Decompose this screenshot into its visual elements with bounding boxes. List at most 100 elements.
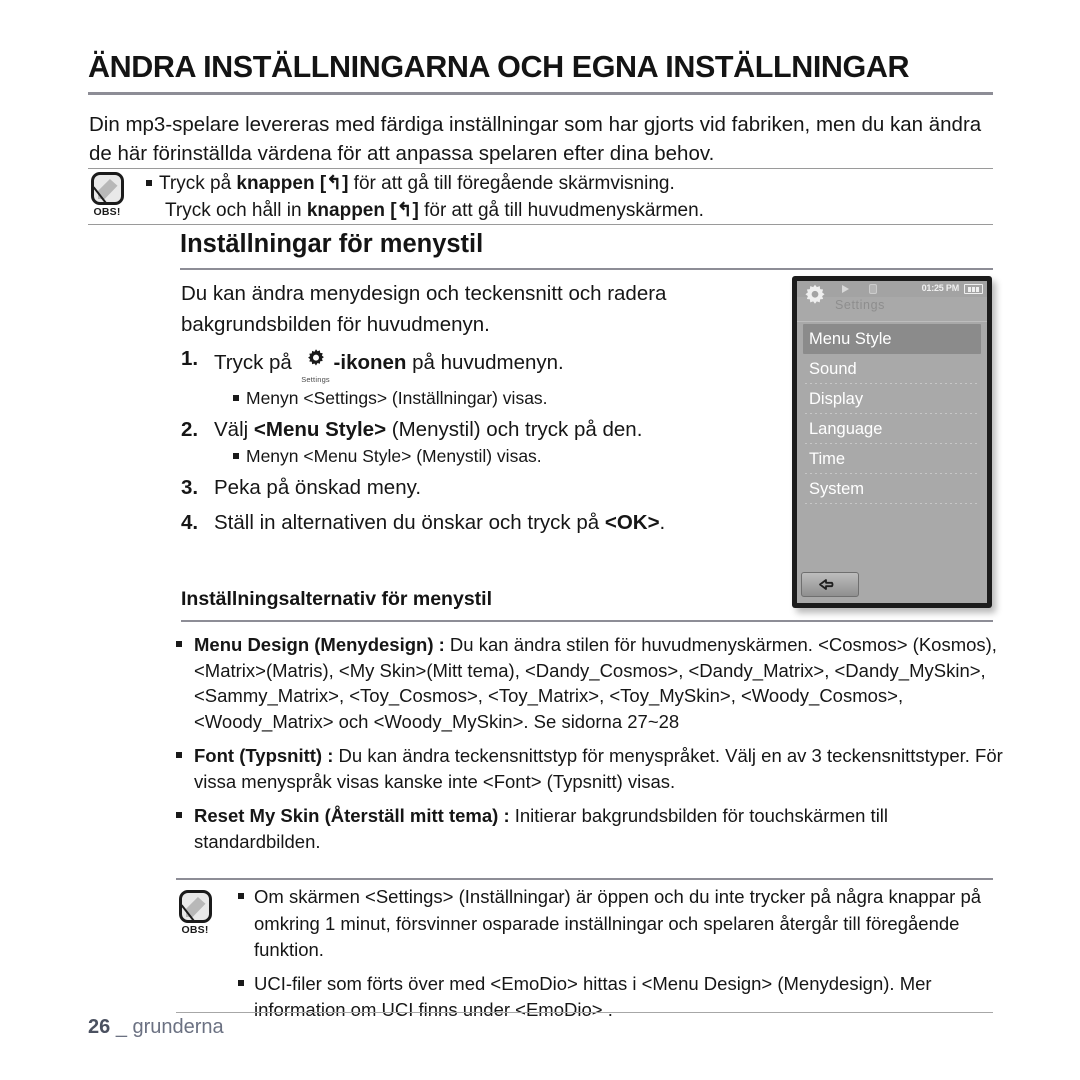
step-1-bold: -ikonen — [333, 351, 407, 374]
bullet-icon — [233, 395, 239, 401]
play-icon — [842, 285, 849, 293]
device-title-divider — [797, 321, 987, 322]
bullet-icon — [176, 752, 182, 758]
settings-gear-icon-screen — [802, 283, 828, 309]
note-top-line-1: Tryck på knappen [↰] för att gå till för… — [146, 170, 993, 197]
step-4-bold: <OK> — [604, 511, 660, 534]
obs-note-icon-bottom: OBS! — [176, 890, 214, 936]
note-bottom-item-1: Om skärmen <Settings> (Inställningar) är… — [238, 884, 996, 964]
bullet-icon — [176, 641, 182, 647]
menu-item-sound[interactable]: Sound — [797, 354, 987, 384]
menu-item-display[interactable]: Display — [797, 384, 987, 414]
pen-badge-icon — [90, 172, 124, 205]
step-3: 3. Peka på önskad meny. — [181, 476, 781, 500]
menu-item-label: Time — [809, 449, 846, 468]
note-top-line1-pre: Tryck på — [159, 173, 237, 194]
device-screen: 01:25 PM Settings Menu Style Sound Displ… — [797, 281, 987, 603]
row-divider — [805, 503, 979, 504]
gear-icon-caption: Settings — [301, 375, 330, 384]
pen-badge-icon — [178, 890, 212, 923]
bullet-icon — [238, 893, 244, 899]
back-arrow-icon-2: ↰ — [396, 200, 413, 221]
menu-item-label: System — [809, 479, 865, 498]
step-1-pre: Tryck på — [214, 351, 298, 374]
step-2-number: 2. — [181, 418, 199, 441]
menu-item-system[interactable]: System — [797, 474, 987, 504]
footer: 26 _ grunderna — [88, 1016, 224, 1039]
back-arrow-icon — [819, 578, 834, 590]
footer-separator: _ — [115, 1016, 127, 1038]
step-1: 1. Tryck på Settings -ikonen på huvudmenyn… — [181, 347, 781, 384]
menu-item-label: Display — [809, 389, 864, 408]
step-4-number: 4. — [181, 511, 199, 534]
step-2-sub: Menyn <Menu Style> (Menystil) visas. — [181, 446, 781, 467]
lock-icon — [869, 284, 877, 294]
steps-list: 1. Tryck på Settings -ikonen på huvudmenyn… — [181, 345, 781, 537]
menu-item-language[interactable]: Language — [797, 414, 987, 444]
manual-page: ÄNDRA INSTÄLLNINGARNA OCH EGNA INSTÄLLNI… — [0, 0, 1080, 1080]
menu-item-label: Sound — [809, 359, 857, 378]
note-top-line2-bold: knappen [ — [306, 200, 397, 221]
note-top-line1-post: för att gå till föregående skärmvisning. — [348, 173, 675, 194]
step-3-number: 3. — [181, 476, 199, 499]
menu-item-time[interactable]: Time — [797, 444, 987, 474]
menu-item-label: Menu Style — [809, 329, 892, 348]
settings-gear-icon: Settings — [298, 347, 334, 384]
back-arrow-icon: ↰ — [326, 173, 343, 194]
obs-label: OBS! — [93, 206, 121, 218]
section-paragraph: Du kan ändra menydesign och teckensnitt … — [181, 282, 667, 336]
note-top: OBS! Tryck på knappen [↰] för att gå til… — [88, 170, 993, 224]
options-list: Menu Design (Menydesign) : Du kan ändra … — [176, 632, 1004, 863]
page-number: 26 — [88, 1016, 111, 1038]
note-bottom-item-2: UCI-filer som förts över med <EmoDio> hi… — [238, 971, 996, 1024]
note-bottom-divider — [176, 1012, 993, 1013]
note-top-divider-upper — [88, 168, 993, 169]
menu-item-menu-style[interactable]: Menu Style — [803, 324, 981, 354]
page-title: ÄNDRA INSTÄLLNINGARNA OCH EGNA INSTÄLLNI… — [88, 50, 910, 84]
step-4-pre: Ställ in alternativen du önskar och tryc… — [214, 511, 605, 534]
options-divider-bottom — [176, 878, 993, 880]
title-divider — [88, 92, 993, 95]
note-top-line2-post: för att gå till huvudmenyskärmen. — [418, 200, 704, 221]
step-2-pre: Välj — [214, 418, 254, 441]
note-bottom: OBS! Om skärmen <Settings> (Inställninga… — [176, 884, 996, 1024]
note-bottom-text: Om skärmen <Settings> (Inställningar) är… — [238, 884, 996, 1024]
step-4: 4. Ställ in alternativen du önskar och tr… — [181, 511, 781, 535]
device-mockup: 01:25 PM Settings Menu Style Sound Displ… — [792, 276, 992, 608]
bullet-icon — [146, 180, 152, 186]
option-menu-design: Menu Design (Menydesign) : Du kan ändra … — [176, 632, 1004, 734]
section-divider — [180, 268, 993, 270]
step-4-post: . — [659, 511, 666, 534]
step-1-post: på huvudmenyn. — [406, 351, 564, 374]
intro-paragraph: Din mp3-spelare levereras med färdiga in… — [89, 113, 982, 165]
obs-note-icon: OBS! — [88, 172, 126, 218]
option-reset-my-skin: Reset My Skin (Återställ mitt tema) : In… — [176, 803, 1004, 854]
step-3-pre: Peka på önskad meny. — [214, 476, 422, 499]
options-divider — [181, 620, 993, 622]
step-2-post: (Menystil) och tryck på den. — [386, 418, 643, 441]
battery-icon — [964, 284, 983, 294]
note-top-text: Tryck på knappen [↰] för att gå till för… — [146, 170, 993, 224]
bullet-icon — [176, 812, 182, 818]
step-2-bold: <Menu Style> — [253, 418, 387, 441]
note-top-line-2: Tryck och håll in knappen [↰] för att gå… — [146, 197, 993, 224]
step-1-sub: Menyn <Settings> (Inställningar) visas. — [181, 388, 781, 409]
note-top-line2-pre: Tryck och håll in — [165, 200, 307, 221]
step-1-number: 1. — [181, 347, 199, 370]
note-bottom-item-1-text: Om skärmen <Settings> (Inställningar) är… — [254, 886, 982, 960]
bullet-icon — [233, 453, 239, 459]
bullet-icon — [238, 979, 244, 986]
section-heading: Inställningar för menystil — [180, 230, 484, 258]
device-screen-title: Settings — [835, 298, 885, 312]
option-3-label: Reset My Skin (Återställ mitt tema) : — [194, 805, 510, 826]
option-2-label: Font (Typsnitt) : — [194, 745, 334, 766]
note-top-divider-lower — [88, 224, 993, 225]
option-1-label: Menu Design (Menydesign) : — [194, 634, 445, 655]
step-2-sub-text: Menyn <Menu Style> (Menystil) visas. — [246, 446, 542, 466]
back-button[interactable] — [801, 572, 859, 597]
footer-label: grunderna — [132, 1016, 224, 1038]
device-menu-list: Menu Style Sound Display Language Time S… — [797, 324, 987, 504]
step-2: 2. Välj <Menu Style> (Menystil) och tryck… — [181, 418, 781, 442]
step-1-sub-text: Menyn <Settings> (Inställningar) visas. — [246, 388, 548, 408]
clock-label: 01:25 PM — [921, 283, 960, 293]
